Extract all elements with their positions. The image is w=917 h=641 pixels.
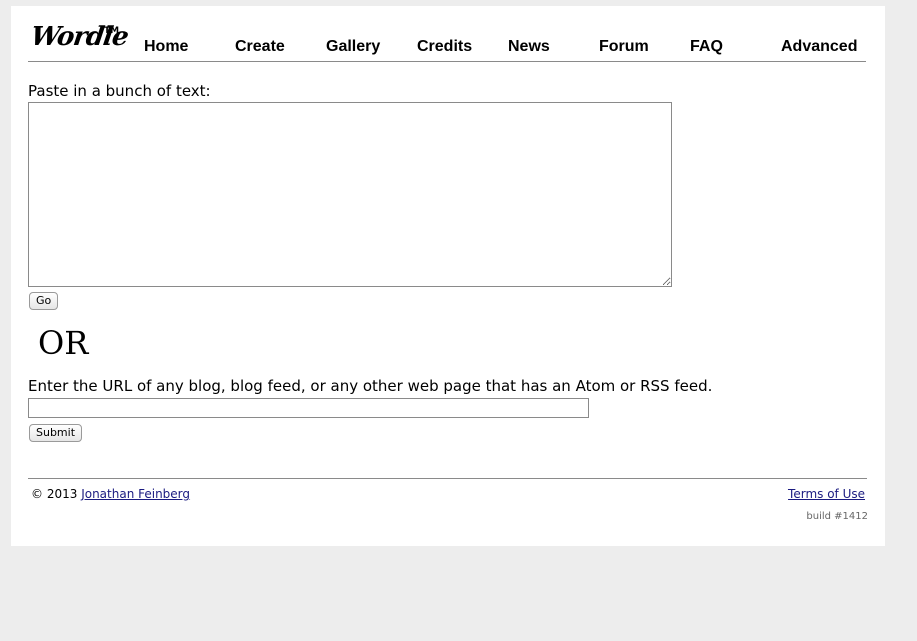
nav-credits[interactable]: Credits	[417, 38, 472, 56]
paste-text-label: Paste in a bunch of text:	[28, 82, 211, 100]
nav-news[interactable]: News	[508, 38, 550, 56]
build-number: build #1412	[806, 511, 868, 522]
submit-button[interactable]: Submit	[29, 424, 83, 442]
nav-home[interactable]: Home	[144, 38, 188, 56]
nav-create[interactable]: Create	[235, 38, 285, 56]
header: Wordle TM Home Create Gallery Credits Ne…	[28, 22, 866, 62]
main-panel: Wordle TM Home Create Gallery Credits Ne…	[11, 6, 885, 546]
nav-faq[interactable]: FAQ	[690, 38, 723, 56]
footer-copyright: © 2013 Jonathan Feinberg	[31, 487, 190, 501]
footer-terms: Terms of Use	[788, 487, 865, 501]
copyright-text: © 2013	[31, 487, 78, 501]
go-button[interactable]: Go	[29, 292, 59, 310]
trademark-mark: TM	[104, 26, 120, 36]
terms-of-use-link[interactable]: Terms of Use	[788, 487, 865, 501]
nav-gallery[interactable]: Gallery	[326, 38, 380, 56]
nav-forum[interactable]: Forum	[599, 38, 649, 56]
or-divider-text: OR	[38, 324, 89, 362]
url-input[interactable]	[28, 398, 589, 418]
url-label: Enter the URL of any blog, blog feed, or…	[28, 377, 713, 395]
footer-divider	[28, 478, 867, 479]
author-link[interactable]: Jonathan Feinberg	[81, 487, 190, 501]
paste-text-area[interactable]	[28, 102, 672, 287]
nav-advanced[interactable]: Advanced	[781, 38, 857, 56]
